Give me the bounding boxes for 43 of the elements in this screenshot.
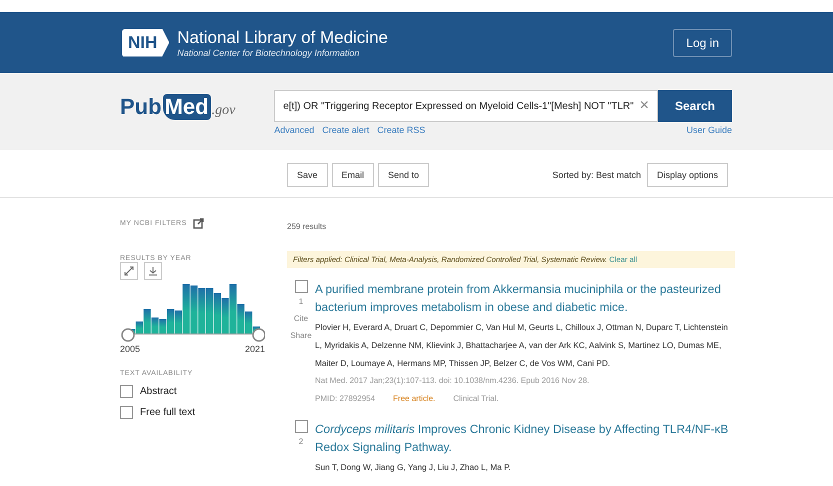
expand-icon: [124, 266, 134, 276]
authors: Plovier H, Everard A, Druart C, Depommier C, Van Hul M, Geurts L, Chilloux J, Ottman N, Duparc T, Lichtenstein L, Myridakis A, Delzenne NM, Klievink J, Bhattacharjee A, van der Ark KC, Aalvink S, Martinez LO, Dumas ME, Maiter D, Loumaye A, Hermans MP, Thissen JP, Belzer C, de Vos WM, Cani PD.: [315, 321, 729, 370]
result-action[interactable]: Share: [290, 331, 312, 340]
download-icon: [148, 266, 158, 276]
clear-button[interactable]: ×: [640, 97, 649, 115]
result-title[interactable]: A purified membrane protein from Akkermansia muciniphila or the pasteurized bacterium improves metabolism in obese and diabetic mice.: [315, 280, 735, 316]
search-link[interactable]: Advanced: [274, 125, 314, 135]
free-article-label: Free article.: [393, 393, 436, 405]
user-guide-link[interactable]: User Guide: [686, 125, 732, 135]
pmid: PMID: 27892954: [315, 393, 376, 405]
result-number: 1: [298, 297, 304, 306]
result-count: 259 results: [287, 222, 328, 231]
checkbox[interactable]: [294, 420, 308, 433]
toolbar-button[interactable]: Save: [287, 163, 328, 187]
toolbar-button[interactable]: Send to: [378, 163, 430, 187]
site-title: National Library of Medicine: [177, 28, 388, 48]
checkbox[interactable]: [294, 280, 308, 293]
authors: Sun T, Dong W, Jiang G, Yang J, Liu J, Zhao L, Ma P.: [315, 461, 512, 474]
result-action[interactable]: Cite: [294, 314, 308, 323]
download-button[interactable]: [144, 262, 162, 280]
toolbar-button[interactable]: Email: [332, 163, 374, 187]
filter-label: Free full text: [140, 407, 196, 418]
result-title[interactable]: Cordyceps militaris Improves Chronic Kidney Disease by Affecting TLR4/NF-κB Redox Signaling Pathway.: [315, 420, 735, 456]
login-button[interactable]: Log in: [673, 28, 732, 56]
checkbox[interactable]: [120, 406, 133, 419]
external-link-icon: [192, 218, 204, 229]
year-label: 2021: [244, 344, 265, 354]
result-number: 2: [298, 437, 304, 446]
search-link[interactable]: Create alert: [322, 125, 370, 135]
filter-label: Abstract: [140, 386, 177, 397]
checkbox[interactable]: [120, 385, 133, 398]
display-options-button[interactable]: Display options: [646, 163, 728, 187]
nih-logo: NIH: [122, 28, 170, 56]
expand-button[interactable]: [120, 262, 138, 280]
pubmed-logo: Pub Med.gov: [120, 93, 236, 122]
search-button[interactable]: Search: [658, 90, 732, 122]
article-type: Clinical Trial.: [453, 393, 499, 405]
site-subtitle: National Center for Biotechnology Information: [177, 48, 360, 58]
search-field[interactable]: e[t]) OR "Triggering Receptor Expressed on Myeloid Cells-1"[Mesh] NOT "TLR" ×: [274, 90, 658, 122]
sort-label[interactable]: Sorted by: Best match: [552, 170, 641, 180]
citation: Nat Med. 2017 Jan;23(1):107-113. doi: 10.1038/nm.4236. Epub 2016 Nov 28.: [315, 375, 590, 387]
year-label: 2005: [120, 344, 140, 354]
search-link[interactable]: Create RSS: [377, 125, 426, 135]
